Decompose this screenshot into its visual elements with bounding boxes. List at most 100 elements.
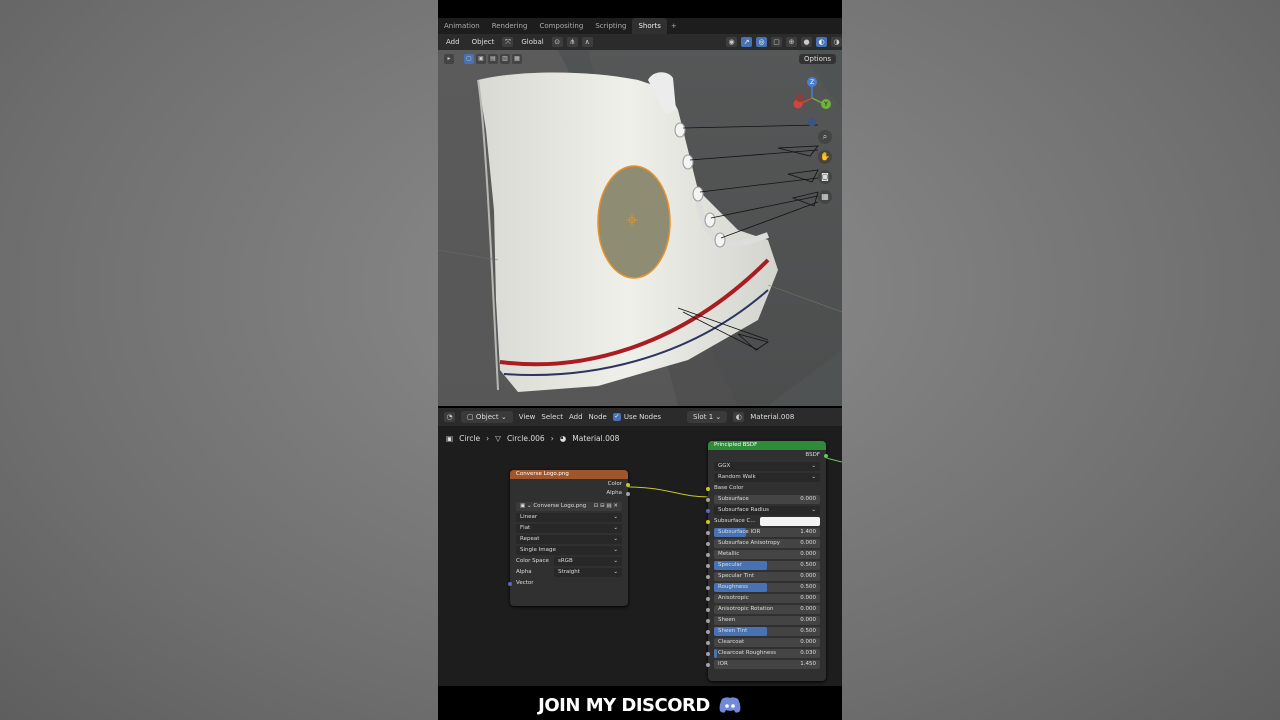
material-name[interactable]: Material.008 <box>750 413 794 421</box>
value-slider[interactable]: Roughness 0.500 <box>714 583 820 592</box>
value-slider[interactable]: Specular 0.500 <box>714 561 820 570</box>
bsdf-input-roughness[interactable]: Roughness 0.500 <box>706 582 826 593</box>
bsdf-input-metallic[interactable]: Metallic 0.000 <box>706 549 826 560</box>
use-nodes-checkbox[interactable]: ✓ Use Nodes <box>612 413 661 421</box>
bsdf-input-sheen-tint[interactable]: Sheen Tint 0.500 <box>706 626 826 637</box>
cursor-tool-icon[interactable]: ▸ <box>444 54 454 64</box>
bsdf-input-sheen[interactable]: Sheen 0.000 <box>706 615 826 626</box>
value-slider[interactable]: IOR 1.450 <box>714 660 820 669</box>
perspective-grid-icon[interactable]: ▦ <box>818 190 832 204</box>
value-slider[interactable]: Sheen Tint 0.500 <box>714 627 820 636</box>
material-browse-icon[interactable]: ◐ <box>733 412 745 422</box>
select-box-icon[interactable]: ▢ <box>464 54 474 64</box>
select-subtract-icon[interactable]: ▤ <box>488 54 498 64</box>
interpolation-dropdown[interactable]: Linear ⌄ <box>510 512 628 523</box>
bsdf-input-anisotropic-rotation[interactable]: Anisotropic Rotation 0.000 <box>706 604 826 615</box>
gizmo-toggle-icon[interactable]: ↗ <box>741 37 752 47</box>
tab-scripting[interactable]: Scripting <box>589 18 632 34</box>
overlay-toggle-icon[interactable]: ◎ <box>756 37 767 47</box>
input-socket[interactable] <box>706 641 710 645</box>
image-selector[interactable]: ▣ ⌄ Converse Logo.png ⊡ ⊟ ▤ ✕ <box>510 501 628 512</box>
add-workspace-button[interactable]: + <box>667 22 681 30</box>
value-slider[interactable]: Subsurface Anisotropy 0.000 <box>714 539 820 548</box>
pan-hand-icon[interactable]: ✋ <box>818 150 832 164</box>
tab-animation[interactable]: Animation <box>438 18 486 34</box>
editor-type-icon[interactable]: ◔ <box>444 412 455 422</box>
bsdf-input-subsurface-ior[interactable]: Subsurface IOR 1.400 <box>706 527 826 538</box>
tab-shorts[interactable]: Shorts <box>632 18 667 34</box>
input-socket[interactable] <box>706 575 710 579</box>
view-menu[interactable]: View <box>519 413 536 421</box>
transform-orientation-dropdown[interactable]: Global <box>517 37 547 47</box>
input-socket[interactable] <box>706 542 710 546</box>
value-slider[interactable]: Subsurface 0.000 <box>714 495 820 504</box>
value-slider[interactable]: Metallic 0.000 <box>714 550 820 559</box>
input-socket[interactable] <box>706 630 710 634</box>
shader-editor-canvas[interactable]: Converse Logo.png Color Alpha ▣ ⌄ Conver… <box>438 426 842 686</box>
node-menu[interactable]: Node <box>589 413 607 421</box>
select-intersect-icon[interactable]: ▦ <box>512 54 522 64</box>
options-dropdown[interactable]: Options <box>798 54 836 64</box>
bsdf-input-specular[interactable]: Specular 0.500 <box>706 560 826 571</box>
shader-mode-dropdown[interactable]: ▢ Object ⌄ <box>461 411 513 423</box>
value-slider[interactable]: Subsurface IOR 1.400 <box>714 528 820 537</box>
value-slider[interactable]: Clearcoat 0.000 <box>714 638 820 647</box>
add-menu-node[interactable]: Add <box>569 413 583 421</box>
value-slider[interactable]: Sheen 0.000 <box>714 616 820 625</box>
bsdf-input-clearcoat[interactable]: Clearcoat 0.000 <box>706 637 826 648</box>
object-menu[interactable]: Object <box>468 37 499 47</box>
input-socket[interactable] <box>706 564 710 568</box>
select-invert-icon[interactable]: ▥ <box>500 54 510 64</box>
xray-icon[interactable]: ▢ <box>771 37 782 47</box>
principled-bsdf-node[interactable]: Principled BSDF BSDF GGX ⌄ Random Walk ⌄ B… <box>706 441 828 681</box>
value-slider[interactable]: Clearcoat Roughness 0.030 <box>714 649 820 658</box>
alpha-mode-dropdown[interactable]: Straight ⌄ <box>554 568 622 577</box>
select-menu[interactable]: Select <box>541 413 563 421</box>
pivot-icon[interactable]: ⊙ <box>551 37 563 47</box>
distribution-dropdown[interactable]: GGX ⌄ <box>708 461 826 472</box>
input-socket[interactable] <box>706 498 710 502</box>
camera-view-icon[interactable]: ◙ <box>818 170 832 184</box>
input-socket[interactable] <box>706 553 710 557</box>
zoom-icon[interactable]: ⌕ <box>818 130 832 144</box>
solid-shading-icon[interactable]: ● <box>801 37 812 47</box>
select-extend-icon[interactable]: ▣ <box>476 54 486 64</box>
subsurface-color-input[interactable]: Subsurface C... <box>706 516 826 527</box>
value-slider[interactable]: Anisotropic 0.000 <box>714 594 820 603</box>
bsdf-input-anisotropic[interactable]: Anisotropic 0.000 <box>706 593 826 604</box>
bsdf-input-clearcoat-roughness[interactable]: Clearcoat Roughness 0.030 <box>706 648 826 659</box>
bsdf-input-specular-tint[interactable]: Specular Tint 0.000 <box>706 571 826 582</box>
subsurface-color-swatch[interactable] <box>760 517 820 526</box>
subsurface-radius-dropdown[interactable]: Subsurface Radius ⌄ <box>706 505 826 516</box>
input-socket[interactable] <box>706 586 710 590</box>
3d-viewport[interactable]: ▸ ▢ ▣ ▤ ▥ ▦ Options Z Y ⌕ ✋ ◙ ▦ <box>438 50 842 406</box>
rendered-shading-icon[interactable]: ◑ <box>831 37 842 47</box>
input-socket[interactable] <box>706 652 710 656</box>
wireframe-shading-icon[interactable]: ⊕ <box>786 37 797 47</box>
value-slider[interactable]: Specular Tint 0.000 <box>714 572 820 581</box>
add-menu[interactable]: Add <box>442 37 464 47</box>
subsurface-method-dropdown[interactable]: Random Walk ⌄ <box>708 472 826 483</box>
material-preview-icon[interactable]: ◐ <box>816 37 827 47</box>
image-actions-icon[interactable]: ⊡ ⊟ ▤ ✕ <box>594 502 618 511</box>
input-socket[interactable] <box>706 608 710 612</box>
value-slider[interactable]: Anisotropic Rotation 0.000 <box>714 605 820 614</box>
tab-rendering[interactable]: Rendering <box>486 18 534 34</box>
bsdf-input-subsurface[interactable]: Subsurface 0.000 <box>706 494 826 505</box>
image-texture-node[interactable]: Converse Logo.png Color Alpha ▣ ⌄ Conver… <box>508 470 630 606</box>
color-space-dropdown[interactable]: sRGB ⌄ <box>554 557 622 566</box>
proportional-edit-icon[interactable]: ∧ <box>581 37 593 47</box>
visibility-icon[interactable]: ◉ <box>726 37 737 47</box>
input-socket[interactable] <box>706 663 710 667</box>
input-socket[interactable] <box>706 597 710 601</box>
input-socket[interactable] <box>706 531 710 535</box>
extension-dropdown[interactable]: Repeat ⌄ <box>510 534 628 545</box>
source-dropdown[interactable]: Single Image ⌄ <box>510 545 628 556</box>
slot-dropdown[interactable]: Slot 1 ⌄ <box>687 411 728 423</box>
bsdf-input-ior[interactable]: IOR 1.450 <box>706 659 826 670</box>
tab-compositing[interactable]: Compositing <box>533 18 589 34</box>
bsdf-input-subsurface-anisotropy[interactable]: Subsurface Anisotropy 0.000 <box>706 538 826 549</box>
input-socket[interactable] <box>706 619 710 623</box>
projection-dropdown[interactable]: Flat ⌄ <box>510 523 628 534</box>
snap-icon[interactable]: ⋔ <box>566 37 578 47</box>
